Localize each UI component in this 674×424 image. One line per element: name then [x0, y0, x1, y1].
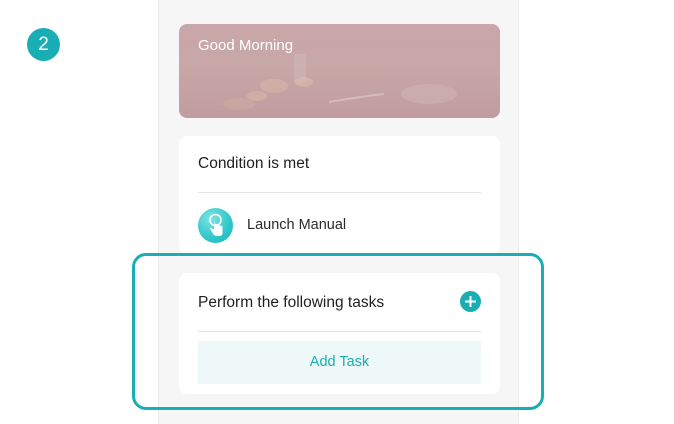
launch-manual-label: Launch Manual — [247, 217, 347, 233]
phone-screen: Good Morning Condition is met Launch Man… — [158, 0, 519, 424]
tasks-card: Perform the following tasks Add Task — [179, 273, 500, 394]
banner-title: Good Morning — [198, 37, 294, 54]
condition-heading: Condition is met — [198, 155, 310, 172]
add-task-button[interactable]: Add Task — [198, 341, 481, 384]
condition-divider — [198, 192, 481, 193]
tasks-divider — [198, 331, 481, 332]
condition-card: Condition is met Launch Manual — [179, 136, 500, 254]
step-number-badge: 2 — [27, 28, 60, 61]
tasks-heading: Perform the following tasks — [198, 294, 385, 311]
tap-hand-icon — [198, 208, 233, 243]
add-task-plus-icon[interactable] — [460, 291, 481, 312]
scene-banner[interactable]: Good Morning — [179, 24, 500, 118]
